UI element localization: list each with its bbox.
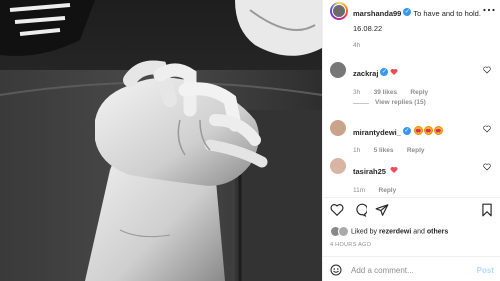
heart-eyes-emoji-icon xyxy=(423,126,433,136)
caption-date: 16.08.22 xyxy=(353,24,383,33)
view-replies-button[interactable]: View replies (15) xyxy=(375,99,426,106)
verified-badge-icon: ✓ xyxy=(403,7,412,16)
verified-badge-icon: ✓ xyxy=(402,126,411,135)
post-comment-button[interactable]: Post xyxy=(477,266,494,275)
more-dots-icon[interactable] xyxy=(483,7,495,13)
comment-line: mirantydewi_ ✓ xyxy=(353,122,443,140)
comment-icon[interactable] xyxy=(353,203,367,217)
share-icon[interactable] xyxy=(375,203,389,217)
liked-by-prefix: Liked by xyxy=(350,228,378,236)
red-heart-icon xyxy=(390,166,398,173)
comment-avatar[interactable] xyxy=(330,120,346,136)
liked-by-user[interactable]: rezerdewi xyxy=(379,228,411,235)
reply-button[interactable]: Reply xyxy=(379,187,397,194)
heart-eyes-emoji-icon xyxy=(433,126,443,136)
bookmark-icon[interactable] xyxy=(480,203,494,217)
comment-meta: 3h 39 likes Reply xyxy=(353,81,428,99)
section-divider xyxy=(323,256,500,257)
red-heart-icon xyxy=(391,68,398,75)
view-replies-line xyxy=(353,103,369,104)
comment-likes[interactable]: 5 likes xyxy=(374,147,394,154)
like-comment-heart-icon[interactable] xyxy=(483,163,491,171)
emoji-icon[interactable] xyxy=(330,264,342,276)
hands-photo-image xyxy=(0,0,322,281)
post-time: 4h xyxy=(353,42,361,49)
heart-eyes-emoji-icon xyxy=(413,126,423,136)
like-comment-heart-icon[interactable] xyxy=(483,66,491,74)
section-divider xyxy=(323,197,500,198)
comment-avatar[interactable] xyxy=(330,62,346,78)
comment-likes[interactable]: 39 likes xyxy=(374,89,398,96)
caption-line: marshanda99 ✓ To have and to hold. xyxy=(353,3,481,21)
comment-avatar[interactable] xyxy=(330,158,346,174)
comment-meta: 1h 5 likes Reply xyxy=(353,139,425,157)
comment-time: 1h xyxy=(353,147,361,154)
liked-by-and: and xyxy=(413,228,425,236)
comment-username[interactable]: mirantydewi_ xyxy=(353,128,401,137)
comment-line: zackraj ✓ xyxy=(353,63,398,81)
caption-text: To have and to hold. xyxy=(413,9,481,18)
comment-time: 3h xyxy=(353,89,361,96)
liked-by-row: Liked by rezerdewi and others xyxy=(330,226,448,237)
author-username[interactable]: marshanda99 xyxy=(353,9,401,18)
comment-time: 11m xyxy=(353,187,366,194)
reply-button[interactable]: Reply xyxy=(410,89,428,96)
post-photo[interactable] xyxy=(0,0,322,281)
like-heart-icon[interactable] xyxy=(330,203,344,217)
comment-username[interactable]: zackraj xyxy=(353,69,378,78)
author-avatar[interactable] xyxy=(330,2,348,20)
add-comment-input[interactable]: Add a comment... xyxy=(351,266,414,275)
reply-button[interactable]: Reply xyxy=(407,147,425,154)
comment-line: tasirah25 xyxy=(353,161,398,179)
comment-meta: 11m Reply xyxy=(353,179,396,197)
liked-by-others[interactable]: others xyxy=(427,228,448,235)
post-details-panel: marshanda99 ✓ To have and to hold. 16.08.2… xyxy=(322,0,500,281)
comment-username[interactable]: tasirah25 xyxy=(353,167,386,176)
post-time-ago: 4 HOURS AGO xyxy=(330,242,372,248)
liker-avatar xyxy=(338,226,349,237)
like-comment-heart-icon[interactable] xyxy=(483,125,491,133)
verified-badge-icon: ✓ xyxy=(380,67,389,76)
